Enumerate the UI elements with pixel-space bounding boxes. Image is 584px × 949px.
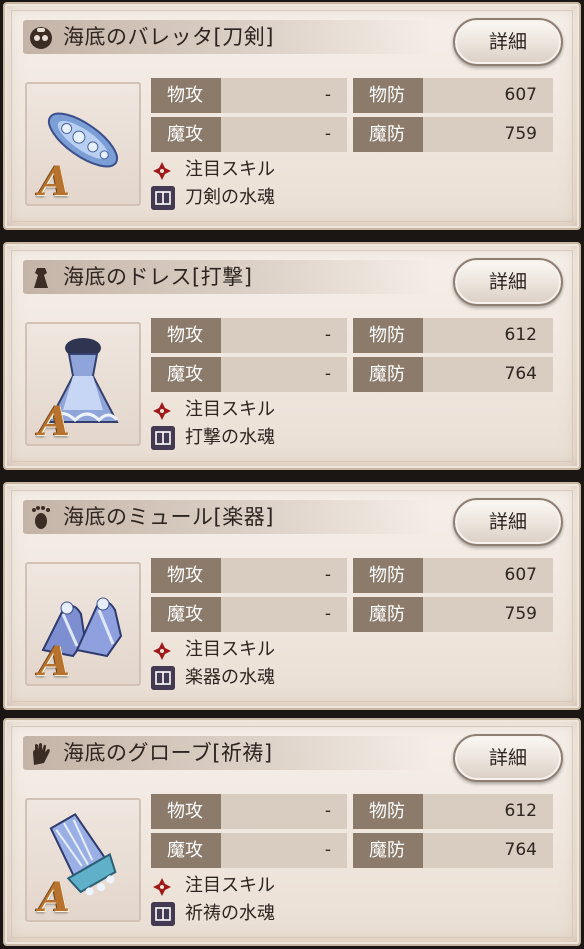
featured-skill-label: 注目スキル [185, 399, 275, 420]
mdef-label: 魔防 [353, 597, 423, 632]
skill-cross-icon [151, 400, 173, 422]
rank-badge: A [39, 638, 71, 685]
patk-label: 物攻 [151, 318, 221, 353]
soul-book-icon [151, 186, 175, 210]
pdef-label: 物防 [353, 318, 423, 353]
item-thumbnail[interactable]: A [25, 82, 141, 206]
body-icon [27, 264, 55, 292]
featured-skill-label: 注目スキル [185, 639, 275, 660]
patk-value: - [221, 558, 347, 593]
skill-cross-icon [151, 876, 173, 898]
detail-button[interactable]: 詳細 [453, 498, 563, 546]
matk-value: - [221, 597, 347, 632]
soul-book-icon [151, 426, 175, 450]
mdef-value: 759 [423, 117, 553, 152]
patk-label: 物攻 [151, 794, 221, 829]
item-thumbnail[interactable]: A [25, 798, 141, 922]
pdef-label: 物防 [353, 78, 423, 113]
pdef-value: 607 [423, 558, 553, 593]
matk-label: 魔攻 [151, 833, 221, 868]
soul-book-icon [151, 666, 175, 690]
pdef-value: 612 [423, 318, 553, 353]
pdef-value: 607 [423, 78, 553, 113]
patk-label: 物攻 [151, 558, 221, 593]
skill-cross-icon [151, 640, 173, 662]
detail-button[interactable]: 詳細 [453, 258, 563, 306]
matk-value: - [221, 117, 347, 152]
hand-icon [27, 740, 55, 768]
water-soul-label: 打撃の水魂 [185, 427, 275, 448]
equipment-card: 海底のミュール[楽器] 詳細 A 物攻 - 物防 607 魔攻 - 魔防 759… [3, 482, 581, 710]
patk-value: - [221, 318, 347, 353]
water-soul-label: 楽器の水魂 [185, 667, 275, 688]
pdef-label: 物防 [353, 558, 423, 593]
pdef-label: 物防 [353, 794, 423, 829]
item-title: 海底のグローブ[祈祷] [63, 741, 273, 765]
mdef-label: 魔防 [353, 117, 423, 152]
equipment-card: 海底のグローブ[祈祷] 詳細 A 物攻 - 物防 612 魔攻 - 魔防 764… [3, 718, 581, 946]
mdef-label: 魔防 [353, 357, 423, 392]
item-title: 海底のドレス[打撃] [63, 265, 253, 289]
water-soul-label: 刀剣の水魂 [185, 187, 275, 208]
matk-label: 魔攻 [151, 357, 221, 392]
pdef-value: 612 [423, 794, 553, 829]
mdef-value: 759 [423, 597, 553, 632]
detail-button[interactable]: 詳細 [453, 734, 563, 782]
mdef-value: 764 [423, 357, 553, 392]
patk-value: - [221, 794, 347, 829]
equipment-card: 海底のバレッタ[刀剣] 詳細 A 物攻 - 物防 607 魔攻 - 魔防 759… [3, 2, 581, 230]
detail-button[interactable]: 詳細 [453, 18, 563, 66]
foot-icon [27, 504, 55, 532]
rank-badge: A [39, 398, 71, 445]
patk-value: - [221, 78, 347, 113]
patk-label: 物攻 [151, 78, 221, 113]
matk-label: 魔攻 [151, 597, 221, 632]
skill-cross-icon [151, 160, 173, 182]
water-soul-label: 祈祷の水魂 [185, 903, 275, 924]
head-icon [27, 24, 55, 52]
item-thumbnail[interactable]: A [25, 322, 141, 446]
item-title: 海底のミュール[楽器] [63, 505, 274, 529]
item-title: 海底のバレッタ[刀剣] [63, 25, 274, 49]
rank-badge: A [39, 874, 71, 921]
equipment-card: 海底のドレス[打撃] 詳細 A 物攻 - 物防 612 魔攻 - 魔防 764 … [3, 242, 581, 470]
featured-skill-label: 注目スキル [185, 159, 275, 180]
soul-book-icon [151, 902, 175, 926]
rank-badge: A [39, 158, 71, 205]
mdef-label: 魔防 [353, 833, 423, 868]
mdef-value: 764 [423, 833, 553, 868]
matk-label: 魔攻 [151, 117, 221, 152]
featured-skill-label: 注目スキル [185, 875, 275, 896]
matk-value: - [221, 357, 347, 392]
item-thumbnail[interactable]: A [25, 562, 141, 686]
matk-value: - [221, 833, 347, 868]
